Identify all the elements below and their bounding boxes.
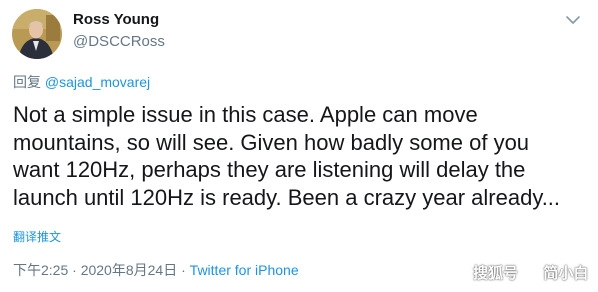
reply-context: 回复 @sajad_movarej xyxy=(13,72,150,92)
tweet-time[interactable]: 下午2:25 xyxy=(13,262,68,278)
translate-tweet-link[interactable]: 翻译推文 xyxy=(13,228,61,245)
watermark: 搜狐号 简小白 xyxy=(473,262,588,283)
tweet-meta: 下午2:25 · 2020年8月24日 · Twitter for iPhone xyxy=(13,260,299,280)
tweet-line: launch until 120Hz is ready. Been a craz… xyxy=(13,184,561,210)
tweet-text: Not a simple issue in this case. Apple c… xyxy=(13,101,583,211)
at-icon xyxy=(523,265,538,280)
tweet-line: want 120Hz, perhaps they are listening w… xyxy=(13,157,526,182)
tweet-date[interactable]: 2020年8月24日 xyxy=(81,262,178,278)
chevron-down-icon[interactable] xyxy=(562,12,584,28)
avatar[interactable] xyxy=(12,9,62,59)
watermark-right-text: 简小白 xyxy=(543,265,589,282)
meta-separator: · xyxy=(181,262,186,278)
reply-mention-link[interactable]: @sajad_movarej xyxy=(45,74,150,90)
author-name[interactable]: Ross Young xyxy=(73,11,159,28)
meta-separator: · xyxy=(72,262,77,278)
reply-prefix: 回复 xyxy=(13,74,41,90)
avatar-photo xyxy=(12,9,62,59)
source-app-link[interactable]: Twitter for iPhone xyxy=(190,262,299,278)
watermark-left-text: 搜狐号 xyxy=(473,265,519,282)
tweet-line: Not a simple issue in this case. Apple c… xyxy=(13,102,478,127)
author-handle[interactable]: @DSCCRoss xyxy=(73,33,165,50)
tweet-line: mountains, so will see. Given how badly … xyxy=(13,129,530,155)
